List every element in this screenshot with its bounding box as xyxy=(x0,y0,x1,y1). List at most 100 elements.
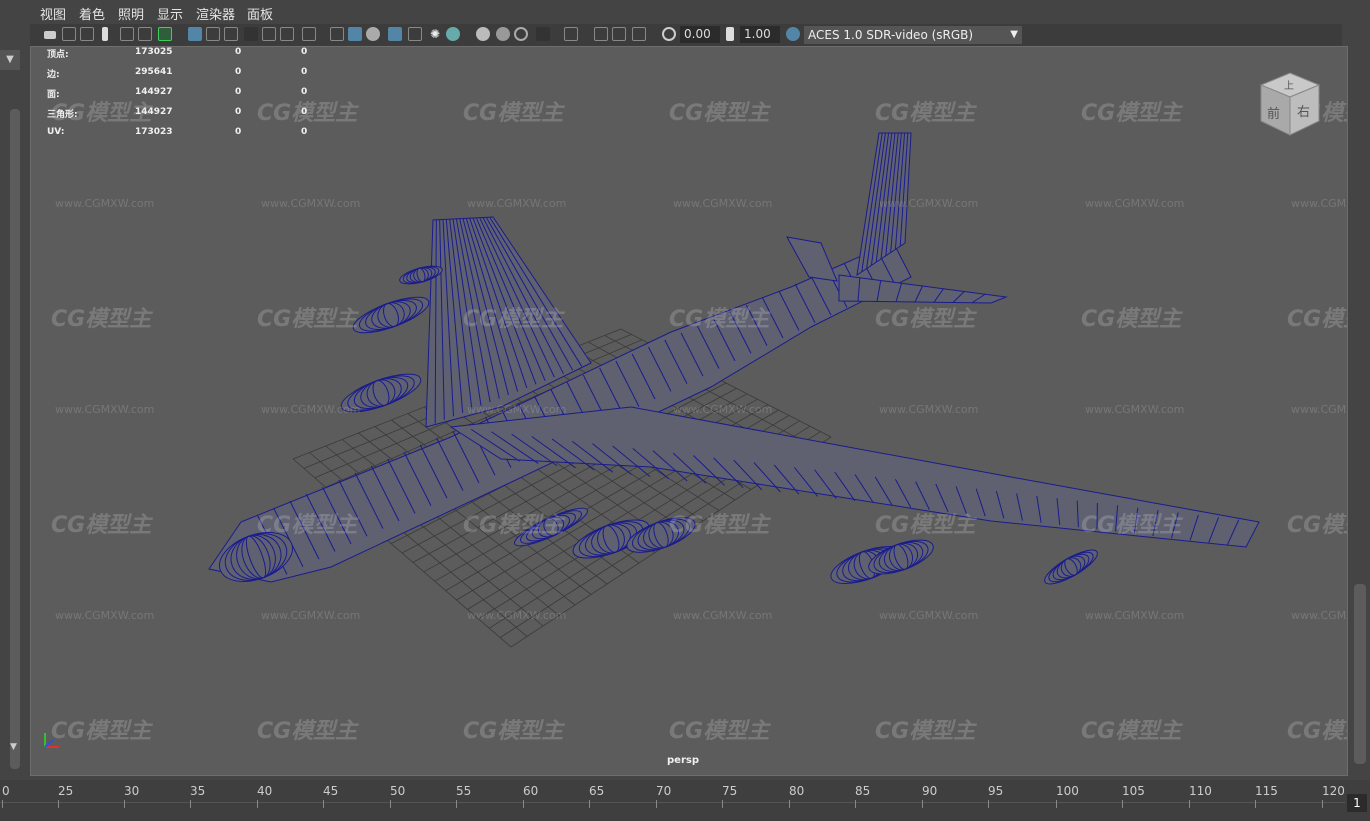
timeline-tick-label: 60 xyxy=(523,784,539,798)
watermark-logo: CG模型主 xyxy=(875,513,976,538)
watermark-logo: CG模型主 xyxy=(257,307,358,332)
viewcube-top-label: 上 xyxy=(1284,81,1294,92)
hud-label: 边: xyxy=(47,70,60,80)
isolate-select-icon[interactable] xyxy=(564,27,578,41)
watermark-url: www.CGMXW.com xyxy=(467,403,567,416)
default-material-icon[interactable] xyxy=(366,27,380,41)
xray-joints-icon[interactable] xyxy=(632,27,646,41)
safe-title-icon[interactable] xyxy=(302,27,316,41)
watermark-url: www.CGMXW.com xyxy=(261,403,361,416)
chevron-down-icon: ▼ xyxy=(1010,29,1018,40)
use-all-lights-icon[interactable]: ✺ xyxy=(428,27,442,41)
3d-viewport[interactable]: CG模型主 www.CGMXW.com CG模型主 www.CGMXW.com CG模型… xyxy=(30,46,1348,776)
timeline-tick-label: 95 xyxy=(988,784,1004,798)
timeline-tick-mark xyxy=(722,800,723,808)
bookmark-camera-icon[interactable] xyxy=(80,27,94,41)
menu-renderer[interactable]: 渲染器 xyxy=(196,4,235,23)
watermark-logo: CG模型主 xyxy=(1081,307,1182,332)
multisample-aa-icon[interactable] xyxy=(514,27,528,41)
xray-active-components-icon[interactable] xyxy=(612,27,626,41)
camera-icon[interactable] xyxy=(44,31,56,39)
hud-components: 0 xyxy=(301,47,308,57)
shadows-icon[interactable] xyxy=(446,27,460,41)
watermark-logo: CG模型主 xyxy=(463,719,564,744)
watermark-logo: CG模型主 xyxy=(669,307,770,332)
timeline-tick-label: 115 xyxy=(1255,784,1278,798)
timeline-tick-mark xyxy=(58,800,59,808)
timeline-tick-label: 55 xyxy=(456,784,472,798)
viewcube-front-label: 前 xyxy=(1267,107,1281,122)
timeline-tick-label: 0 xyxy=(2,784,10,798)
timeline-tick-mark xyxy=(124,800,125,808)
field-chart-icon[interactable] xyxy=(262,27,276,41)
watermark-logo: CG模型主 xyxy=(875,719,976,744)
timeline-tick-label: 105 xyxy=(1122,784,1145,798)
left-scrollbar[interactable] xyxy=(10,109,20,769)
timeline-tick-mark xyxy=(1322,800,1323,808)
timeline-tick-label: 120 xyxy=(1322,784,1345,798)
grid-icon[interactable] xyxy=(188,27,202,41)
image-plane-icon[interactable] xyxy=(120,27,134,41)
menu-view[interactable]: 视图 xyxy=(40,4,66,23)
timeline-tick-label: 40 xyxy=(257,784,273,798)
watermark-url: www.CGMXW.com xyxy=(261,609,361,622)
left-panel-strip: ▼ ▼ xyxy=(0,24,30,780)
right-panel-strip xyxy=(1350,24,1370,780)
watermark-logo: CG模型主 xyxy=(463,513,564,538)
watermark-url: www.CGMXW.com xyxy=(673,197,773,210)
timeline-tick-mark xyxy=(656,800,657,808)
menu-show[interactable]: 显示 xyxy=(157,4,183,23)
smooth-shade-icon[interactable] xyxy=(348,27,362,41)
safe-action-icon[interactable] xyxy=(280,27,294,41)
motion-blur-icon[interactable] xyxy=(496,27,510,41)
2d-pan-zoom-icon[interactable] xyxy=(138,27,152,41)
watermark-logo: CG模型主 xyxy=(51,513,152,538)
menu-panels[interactable]: 面板 xyxy=(247,4,273,23)
hud-selected: 0 xyxy=(235,87,242,97)
left-horizontal-stabilizer xyxy=(786,236,838,282)
watermark-logo: CG模型主 xyxy=(1287,719,1347,744)
watermark-logo: CG模型主 xyxy=(1081,719,1182,744)
gate-mask-icon[interactable] xyxy=(244,27,258,41)
exposure-icon[interactable] xyxy=(662,27,676,41)
dropdown-arrow-icon[interactable]: ▼ xyxy=(0,50,20,70)
depth-of-field-icon[interactable] xyxy=(536,27,550,41)
view-cube[interactable]: 上 前 右 xyxy=(1259,71,1321,137)
right-scrollbar[interactable] xyxy=(1354,584,1366,764)
current-frame-field[interactable]: 1 xyxy=(1347,794,1367,812)
color-space-dropdown[interactable]: ACES 1.0 SDR-video (sRGB) ▼ xyxy=(804,26,1022,44)
bookmark-icon[interactable] xyxy=(102,27,108,41)
timeline-tick-label: 70 xyxy=(656,784,672,798)
wireframe-icon[interactable] xyxy=(330,27,344,41)
hud-total: 173023 xyxy=(135,127,173,137)
wireframe-on-shaded-icon[interactable] xyxy=(388,27,402,41)
timeline-tick-label: 75 xyxy=(722,784,738,798)
exposure-field[interactable]: 0.00 xyxy=(680,26,720,43)
screen-space-ao-icon[interactable] xyxy=(476,27,490,41)
gamma-icon[interactable] xyxy=(726,27,734,41)
watermark-logo: CG模型主 xyxy=(669,513,770,538)
hud-selected: 0 xyxy=(235,127,242,137)
viewport-menubar: 视图 着色 照明 显示 渲染器 面板 xyxy=(0,0,1370,24)
timeline-tick-mark xyxy=(2,800,3,808)
external-tank xyxy=(1044,549,1098,585)
watermark-url: www.CGMXW.com xyxy=(1085,403,1185,416)
resolution-gate-icon[interactable] xyxy=(224,27,238,41)
timeline-tick-mark xyxy=(789,800,790,808)
menu-lighting[interactable]: 照明 xyxy=(118,4,144,23)
camera-attributes-icon[interactable] xyxy=(62,27,76,41)
menu-shading[interactable]: 着色 xyxy=(79,4,105,23)
timeline-tick-mark xyxy=(589,800,590,808)
watermark-logo: CG模型主 xyxy=(257,513,358,538)
gamma-field[interactable]: 1.00 xyxy=(740,26,780,43)
watermark-url: www.CGMXW.com xyxy=(879,403,979,416)
textured-icon[interactable] xyxy=(408,27,422,41)
film-gate-icon[interactable] xyxy=(206,27,220,41)
grease-pencil-icon[interactable] xyxy=(158,27,172,41)
scroll-down-icon[interactable]: ▼ xyxy=(10,742,17,752)
hud-label: 顶点: xyxy=(47,50,69,60)
color-management-icon[interactable] xyxy=(786,27,800,41)
xray-icon[interactable] xyxy=(594,27,608,41)
time-slider[interactable]: 0 25 30 35 40 45 50 55 60 65 70 75 80 85 90 95 100 105 110… xyxy=(0,780,1370,821)
hud-selected: 0 xyxy=(235,107,242,117)
